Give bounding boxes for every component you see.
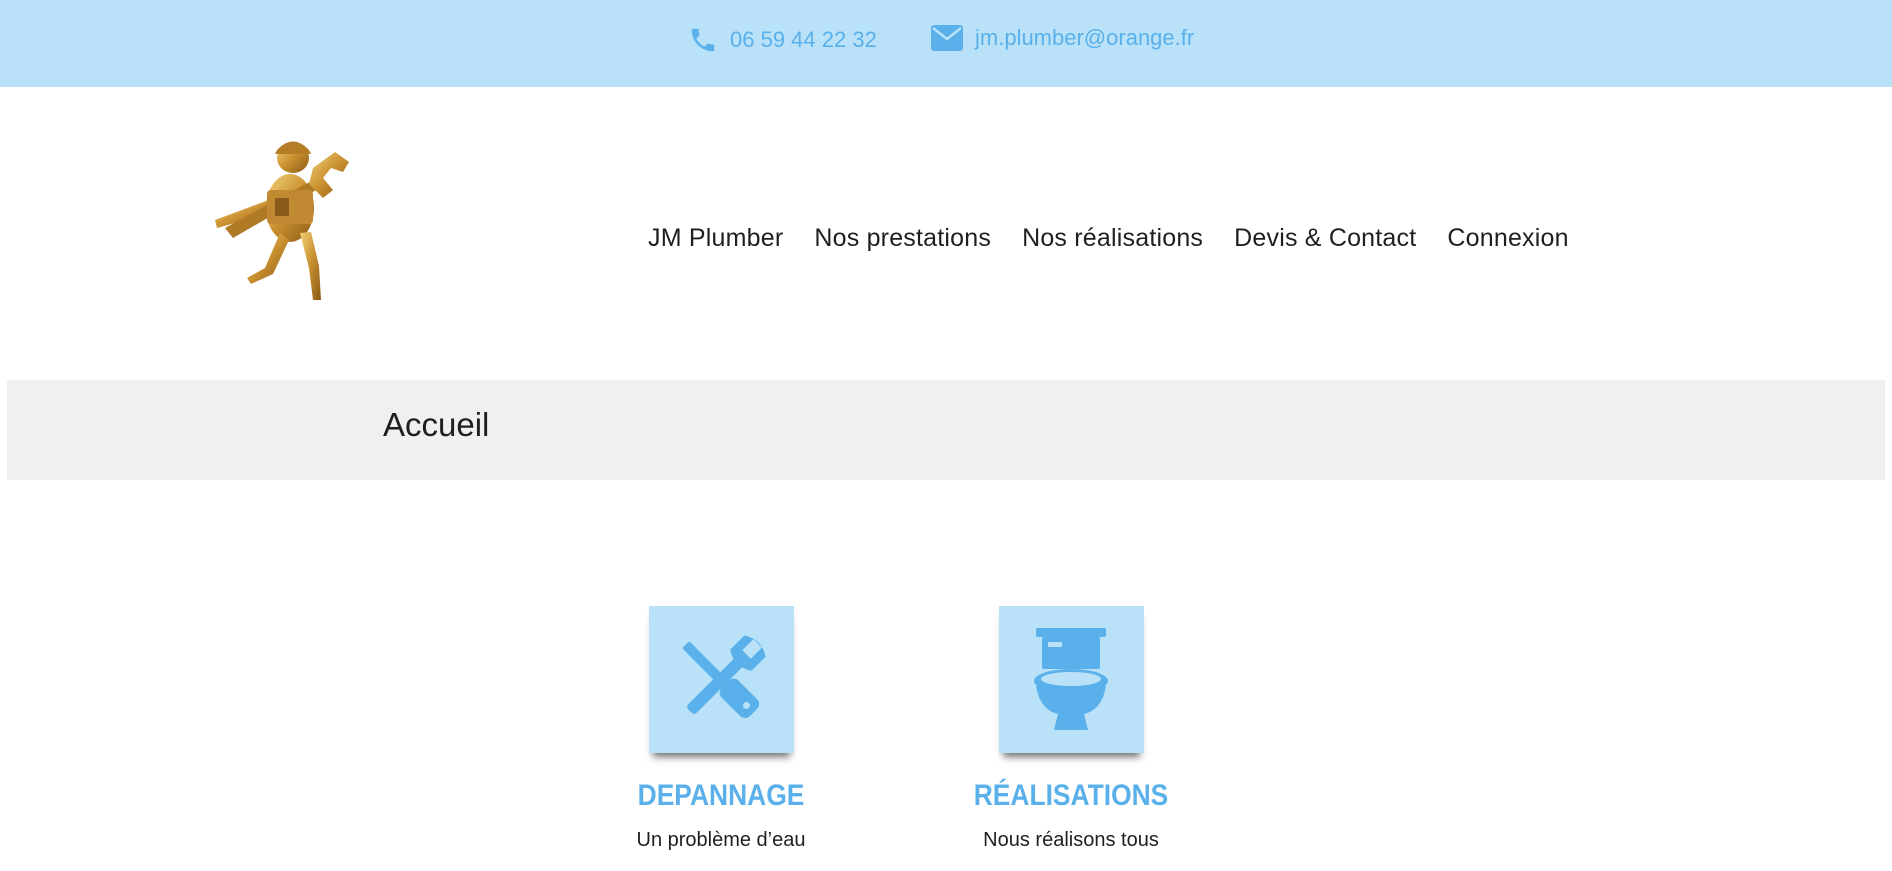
nav-item-realisations[interactable]: Nos réalisations	[1022, 224, 1203, 253]
nav-item-connexion[interactable]: Connexion	[1447, 224, 1568, 253]
email-link[interactable]: jm.plumber@orange.fr	[931, 25, 1194, 51]
card-title: DEPANNAGE	[637, 779, 805, 812]
nav-item-devis-contact[interactable]: Devis & Contact	[1234, 224, 1416, 253]
phone-number: 06 59 44 22 32	[730, 27, 877, 52]
nav-item-prestations[interactable]: Nos prestations	[814, 224, 991, 253]
card-title: RÉALISATIONS	[973, 779, 1169, 812]
plumber-logo[interactable]	[205, 128, 360, 308]
main-navigation: JM Plumber Nos prestations Nos réalisati…	[648, 224, 1569, 253]
service-card-realisations[interactable]: RÉALISATIONS Nous réalisons tous	[941, 606, 1201, 852]
service-card-depannage[interactable]: DEPANNAGE Un problème d’eau	[591, 606, 851, 852]
card-description: Un problème d’eau	[636, 829, 806, 851]
page-title-bar: Accueil	[7, 380, 1885, 480]
card-description: Nous réalisons tous	[983, 829, 1159, 851]
toilet-icon	[1034, 627, 1108, 730]
service-icon-tile[interactable]	[648, 606, 794, 753]
email-address: jm.plumber@orange.fr	[975, 25, 1195, 50]
contact-bar: 06 59 44 22 32 jm.plumber@orange.fr	[0, 0, 1892, 87]
wrench-screwdriver-icon	[682, 634, 766, 718]
page-title: Accueil	[383, 406, 490, 443]
envelope-icon	[931, 25, 963, 51]
phone-icon	[691, 28, 715, 52]
nav-item-jm-plumber[interactable]: JM Plumber	[648, 224, 783, 253]
phone-link[interactable]: 06 59 44 22 32	[688, 25, 877, 55]
service-icon-tile[interactable]	[998, 606, 1144, 753]
